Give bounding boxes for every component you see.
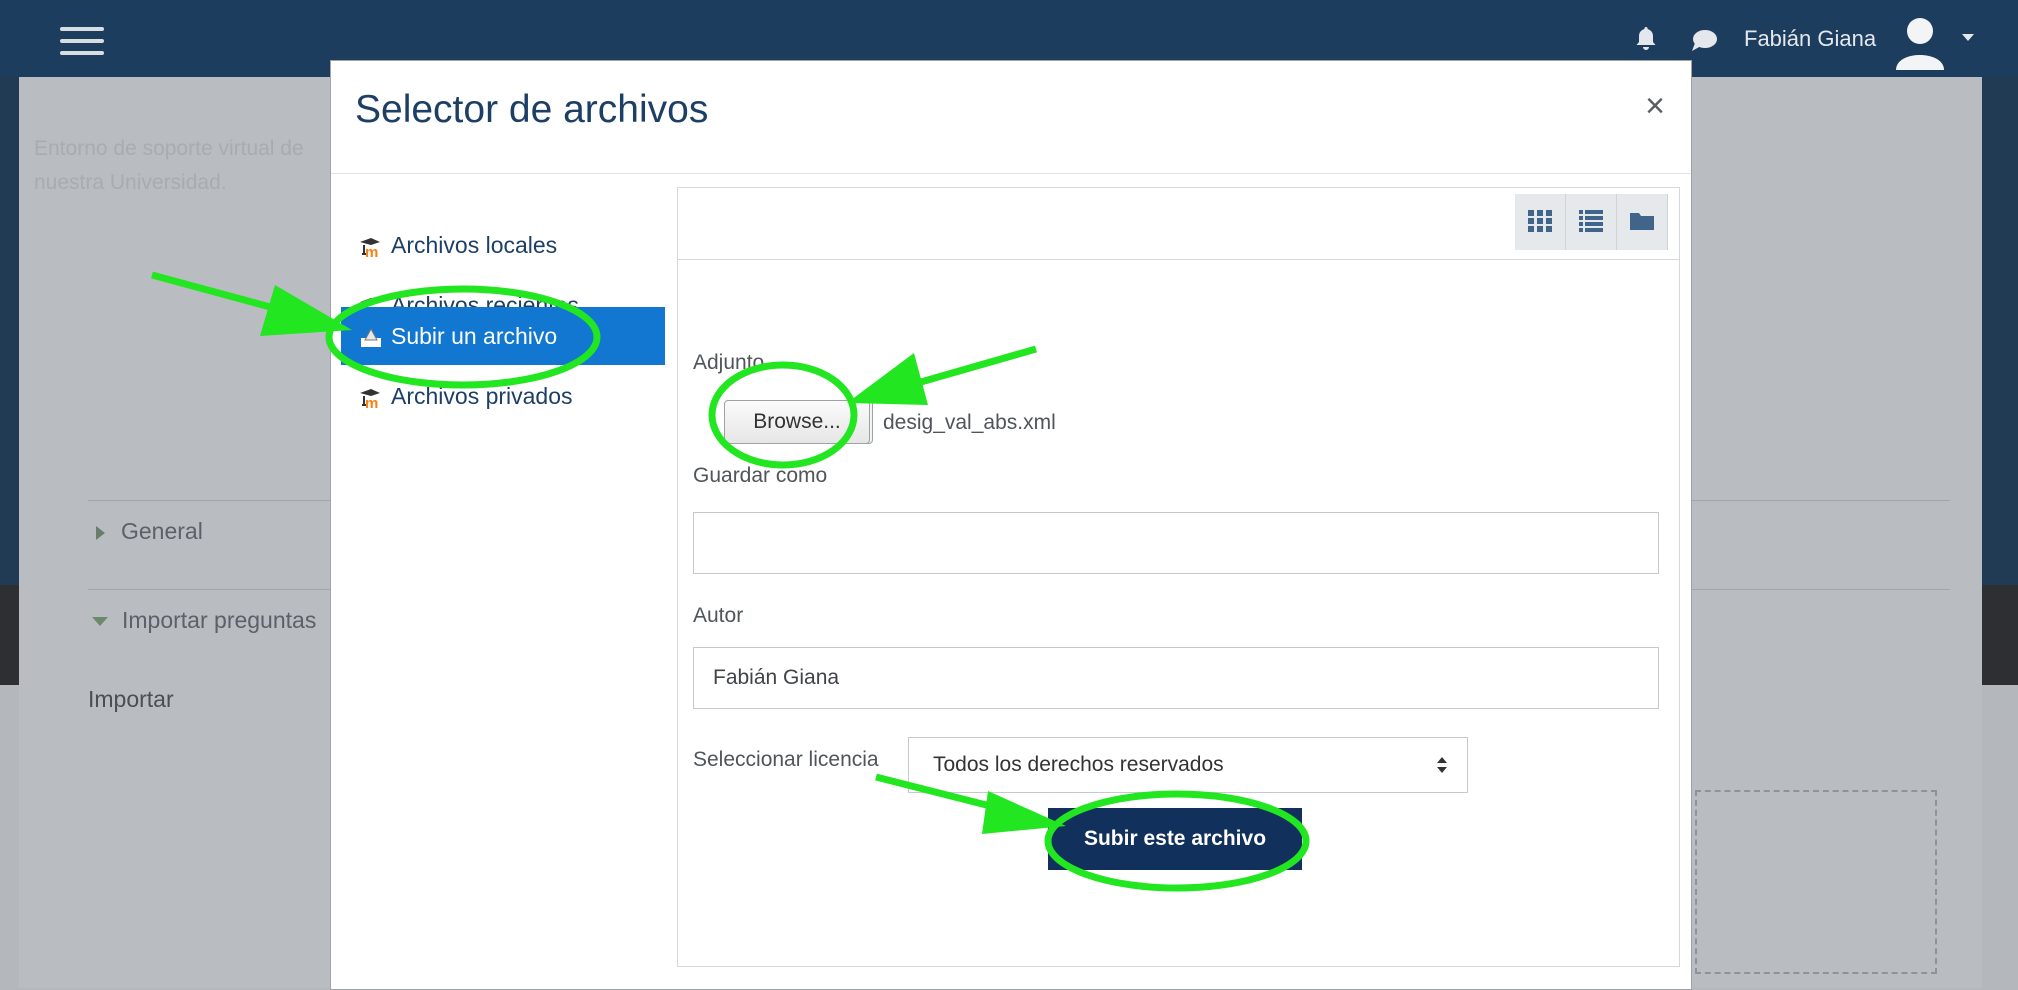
- user-avatar-icon[interactable]: [1892, 14, 1948, 70]
- repo-item-upload-file[interactable]: Subir un archivo: [341, 307, 665, 365]
- folder-view-icon[interactable]: [1617, 194, 1668, 250]
- bell-icon[interactable]: [1634, 26, 1658, 57]
- chat-icon[interactable]: [1690, 28, 1718, 57]
- caret-down-icon: [92, 617, 108, 627]
- section-general[interactable]: General: [96, 518, 203, 545]
- section-import[interactable]: Importar preguntas: [92, 607, 316, 634]
- author-input[interactable]: Fabián Giana: [693, 647, 1659, 709]
- repo-item-private-files[interactable]: m Archivos privados: [341, 367, 665, 425]
- upload-file-button[interactable]: Subir este archivo: [1048, 808, 1302, 870]
- repo-item-local-files[interactable]: m Archivos locales: [341, 216, 665, 274]
- author-label: Autor: [693, 604, 744, 627]
- dialog-header: Selector de archivos ×: [331, 61, 1691, 174]
- list-view-icon[interactable]: [1566, 194, 1617, 250]
- caret-right-icon: [96, 525, 105, 540]
- license-label: Seleccionar licencia: [693, 748, 879, 771]
- save-as-label: Guardar como: [693, 464, 828, 487]
- import-label: Importar: [88, 686, 174, 712]
- user-name[interactable]: Fabián Giana: [1744, 26, 1876, 52]
- license-select-value: Todos los derechos reservados: [933, 753, 1224, 776]
- moodle-icon: m: [359, 367, 383, 446]
- license-select[interactable]: Todos los derechos reservados: [908, 737, 1468, 793]
- dialog-title: Selector de archivos: [355, 88, 709, 131]
- file-picker-dialog: Selector de archivos × m Archivos locale…: [330, 60, 1692, 990]
- repo-item-label: Archivos locales: [391, 232, 558, 258]
- attachment-label: Adjunto: [693, 351, 765, 374]
- view-toolbar: [678, 188, 1679, 260]
- close-button[interactable]: ×: [1645, 87, 1665, 126]
- menu-icon[interactable]: [60, 27, 104, 57]
- select-arrows-icon: [1437, 757, 1447, 773]
- selected-file-name: desig_val_abs.xml: [883, 411, 1056, 434]
- svg-text:m: m: [365, 395, 378, 412]
- browse-button[interactable]: Browse...: [724, 400, 870, 444]
- repo-item-label: Subir un archivo: [391, 323, 558, 349]
- file-drop-zone[interactable]: [1695, 790, 1937, 974]
- repo-item-label: Archivos privados: [391, 383, 573, 409]
- caret-down-icon[interactable]: [1962, 34, 1974, 41]
- page-intro-text: Entorno de soporte virtual de nuestra Un…: [34, 137, 304, 194]
- svg-text:m: m: [365, 244, 378, 261]
- grid-view-icon[interactable]: [1515, 194, 1566, 250]
- save-as-input[interactable]: [693, 512, 1659, 574]
- file-picker-panel: Adjunto Browse... desig_val_abs.xml Guar…: [677, 187, 1680, 967]
